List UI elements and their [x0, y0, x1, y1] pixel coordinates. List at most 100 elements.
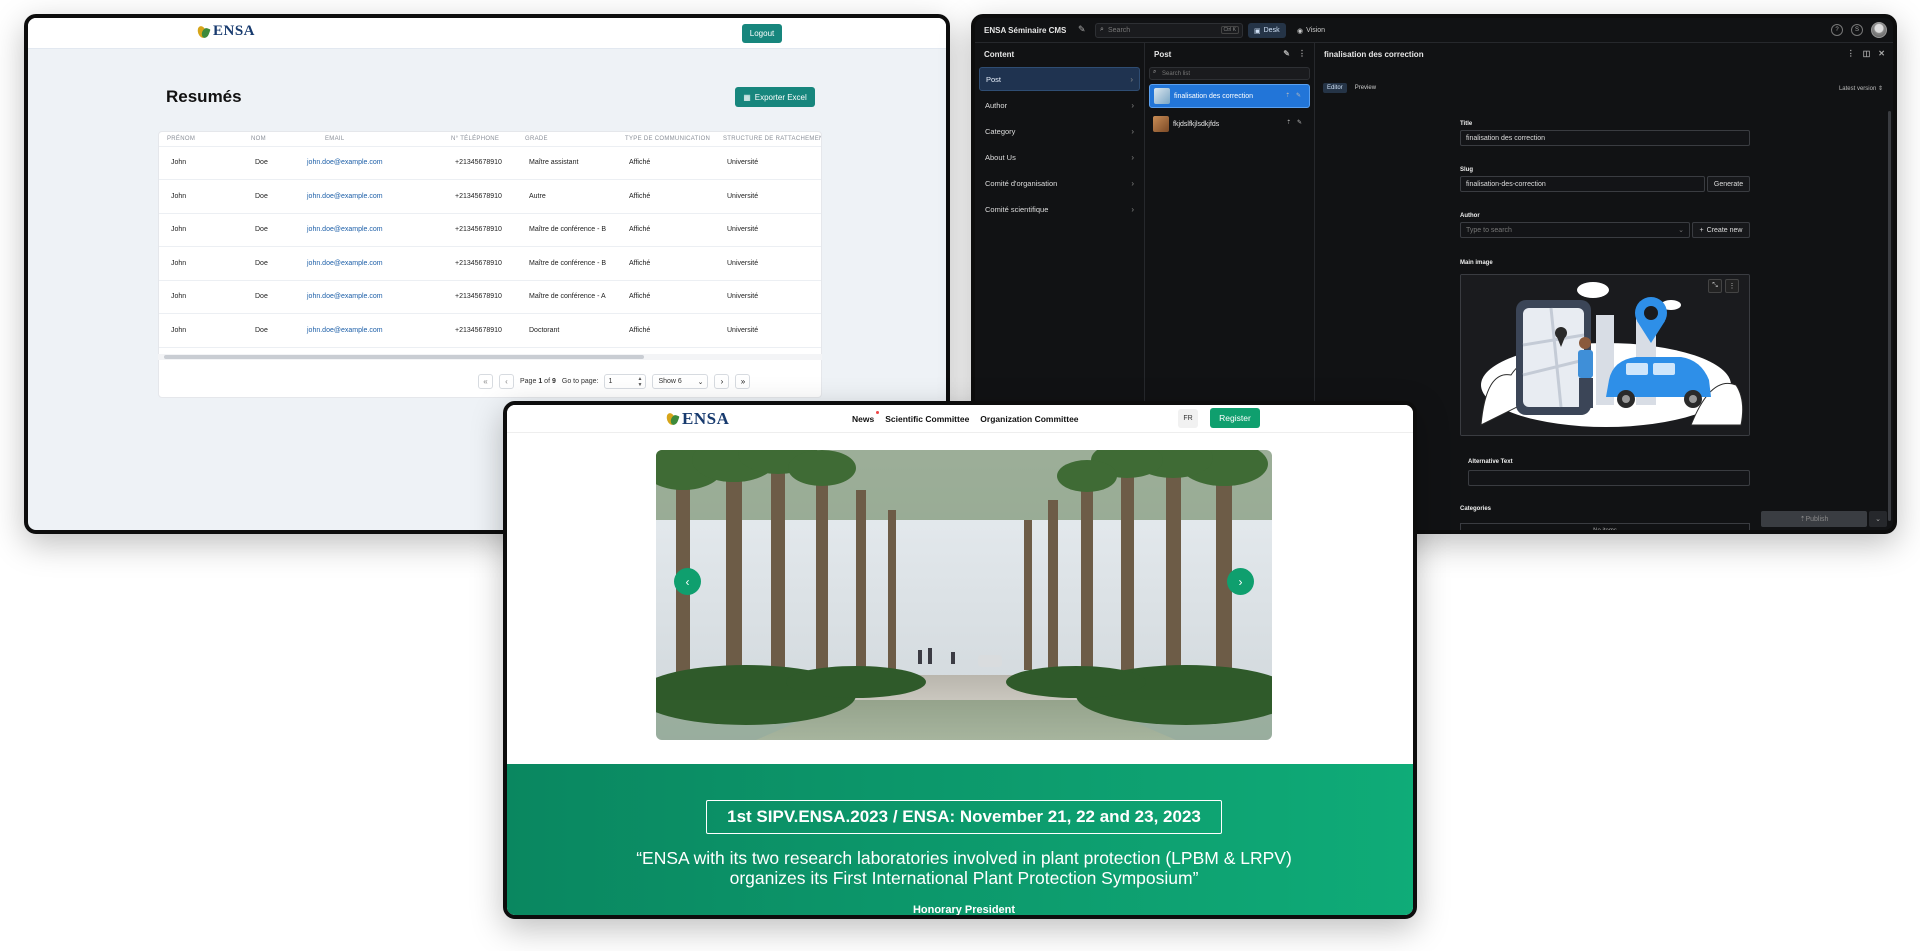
site-navbar: ENSA News Scientific Committee Organizat… [507, 405, 1413, 433]
tab-editor[interactable]: Editor [1323, 83, 1347, 93]
sidebar-item[interactable]: Author › [979, 93, 1140, 117]
tab-preview[interactable]: Preview [1351, 83, 1380, 93]
table-cell[interactable]: john.doe@example.com [295, 280, 443, 314]
table-cell[interactable]: john.doe@example.com [295, 179, 443, 214]
slug-field-label: Slug [1460, 167, 1473, 173]
column-header[interactable]: Grade [517, 132, 617, 147]
prev-page-icon[interactable]: ‹ [499, 374, 514, 389]
compose-icon[interactable]: ✎ [1078, 24, 1086, 35]
column-header[interactable]: Email [295, 132, 443, 147]
search-placeholder: Search [1108, 27, 1131, 34]
tab-vision[interactable]: ◉ Vision [1292, 23, 1330, 38]
nav-scientific-committee[interactable]: Scientific Committee [885, 414, 969, 424]
sidebar-item[interactable]: Comité d'organisation › [979, 171, 1140, 195]
search-icon: ⌕ [1153, 69, 1157, 75]
table-row[interactable]: John Doe john.doe@example.com +21345678910 M… [159, 146, 821, 180]
chevron-right-icon: › [1131, 178, 1134, 188]
cms-title[interactable]: ENSA Séminaire CMS [984, 26, 1066, 35]
first-page-icon[interactable]: « [478, 374, 493, 389]
table-cell: Maître de conférence - B [517, 246, 617, 281]
stepper-arrows-icon[interactable]: ▲ ▼ [638, 376, 643, 388]
table-cell: Affiché [617, 146, 715, 180]
register-button[interactable]: Register [1210, 408, 1260, 428]
tab-desk-label: Desk [1263, 27, 1280, 34]
table-row[interactable]: John Doe john.doe@example.com +21345678910 D… [159, 313, 821, 348]
table-horizontal-scrollbar[interactable] [158, 354, 822, 360]
chevron-right-icon: › [1131, 100, 1134, 110]
more-vertical-icon[interactable]: ⋮ [1847, 49, 1855, 58]
table-row[interactable]: John Doe john.doe@example.com +21345678910 M… [159, 280, 821, 314]
cms-topbar: ENSA Séminaire CMS ✎ ⌕ Search Ctrl K ▣ D… [975, 18, 1893, 43]
logo-wordmark: ENSA [682, 409, 730, 428]
generate-button[interactable]: Generate [1707, 176, 1750, 192]
table-cell: Affiché [617, 313, 715, 348]
more-vertical-icon[interactable]: ⋮ [1298, 49, 1306, 58]
column-header[interactable]: Type de communication [617, 132, 715, 147]
sanity-icon[interactable]: S [1851, 24, 1863, 36]
table-cell[interactable]: john.doe@example.com [295, 313, 443, 348]
close-icon[interactable]: ✕ [1878, 49, 1885, 58]
publish-button[interactable]: ⇡ Publish [1761, 511, 1867, 527]
column-header[interactable]: N° Téléphone [443, 132, 517, 147]
column-header[interactable]: Prénom [159, 132, 243, 147]
banner-subtitle: Honorary President [912, 904, 1016, 916]
table-cell: Affiché [617, 280, 715, 314]
publish-menu-chevron-icon[interactable]: ⌄ [1869, 511, 1887, 527]
palm-avenue-photo [656, 450, 1272, 740]
cms-search-input[interactable]: ⌕ Search Ctrl K [1095, 23, 1243, 38]
table-cell: Université [715, 146, 821, 180]
tab-desk[interactable]: ▣ Desk [1248, 23, 1286, 38]
list-item[interactable]: fkjdslfkjlsdkjfds ⇡ ✎ [1149, 112, 1310, 136]
slug-field[interactable]: finalisation-des-correction [1460, 176, 1705, 192]
title-field[interactable]: finalisation des correction [1460, 130, 1750, 146]
admin-logo[interactable]: ENSA [196, 24, 255, 39]
table-cell[interactable]: john.doe@example.com [295, 146, 443, 180]
carousel-prev-button[interactable]: ‹ [674, 568, 701, 595]
next-page-icon[interactable]: › [714, 374, 730, 389]
document-actions: ⋮ ◫ ✕ [1847, 49, 1885, 58]
sidebar-item[interactable]: Comité scientifique › [979, 197, 1140, 221]
nav-organization-committee[interactable]: Organization Committee [980, 414, 1078, 424]
column-header[interactable]: Structure de rattachement [715, 132, 821, 147]
table-row[interactable]: John Doe john.doe@example.com +21345678910 M… [159, 213, 821, 247]
document-scrollbar[interactable] [1888, 111, 1891, 521]
help-icon[interactable]: ? [1831, 24, 1843, 36]
sidebar-item[interactable]: Category › [979, 119, 1140, 143]
split-pane-icon[interactable]: ◫ [1863, 49, 1871, 58]
last-page-icon[interactable]: » [735, 374, 751, 389]
table-row[interactable]: John Doe john.doe@example.com +21345678910 M… [159, 246, 821, 281]
table-cell: Affiché [617, 213, 715, 247]
version-select[interactable]: Latest version ⇕ [1839, 85, 1883, 92]
list-search-input[interactable]: ⌕ Search list [1149, 67, 1310, 80]
eye-icon: ◉ [1297, 27, 1304, 35]
scrollbar-thumb[interactable] [164, 355, 644, 359]
goto-page-input[interactable]: 1 ▲ ▼ [604, 374, 647, 389]
site-logo[interactable]: ENSA [665, 410, 729, 427]
create-new-button[interactable]: + Create new [1692, 222, 1750, 238]
author-search-field[interactable]: Type to search ⌄ [1460, 222, 1690, 238]
more-vertical-icon[interactable]: ⋮ [1725, 279, 1739, 293]
desk-icon: ▣ [1254, 27, 1261, 35]
avatar[interactable] [1871, 22, 1887, 38]
nav-news[interactable]: News [852, 411, 880, 424]
table-row[interactable]: John Doe john.doe@example.com +21345678910 A… [159, 179, 821, 214]
admin-header: ENSA Logout [28, 18, 946, 49]
compose-icon[interactable]: ✎ [1283, 49, 1290, 58]
alt-text-label: Alternative Text [1468, 459, 1513, 465]
logout-button[interactable]: Logout [742, 24, 782, 43]
sidebar-item[interactable]: About Us › [979, 145, 1140, 169]
carousel-next-button[interactable]: › [1227, 568, 1254, 595]
main-image-preview[interactable]: ⤡ ⋮ [1460, 274, 1750, 436]
column-header[interactable]: Nom [243, 132, 295, 147]
crop-icon[interactable]: ⤡ [1708, 279, 1722, 293]
language-toggle[interactable]: FR [1178, 409, 1198, 428]
sidebar-item[interactable]: Post › [979, 67, 1140, 91]
table-cell[interactable]: john.doe@example.com [295, 213, 443, 247]
alt-text-field[interactable] [1468, 470, 1750, 486]
table-cell[interactable]: john.doe@example.com [295, 246, 443, 281]
page-size-select[interactable]: Show 6 ⌄ [652, 374, 709, 389]
table-cell: Doe [243, 313, 295, 348]
list-item[interactable]: finalisation des correction ⇡ ✎ [1149, 84, 1310, 108]
post-title: finalisation des correction [1174, 92, 1253, 100]
export-excel-button[interactable]: ▦ Exporter Excel [735, 87, 815, 107]
